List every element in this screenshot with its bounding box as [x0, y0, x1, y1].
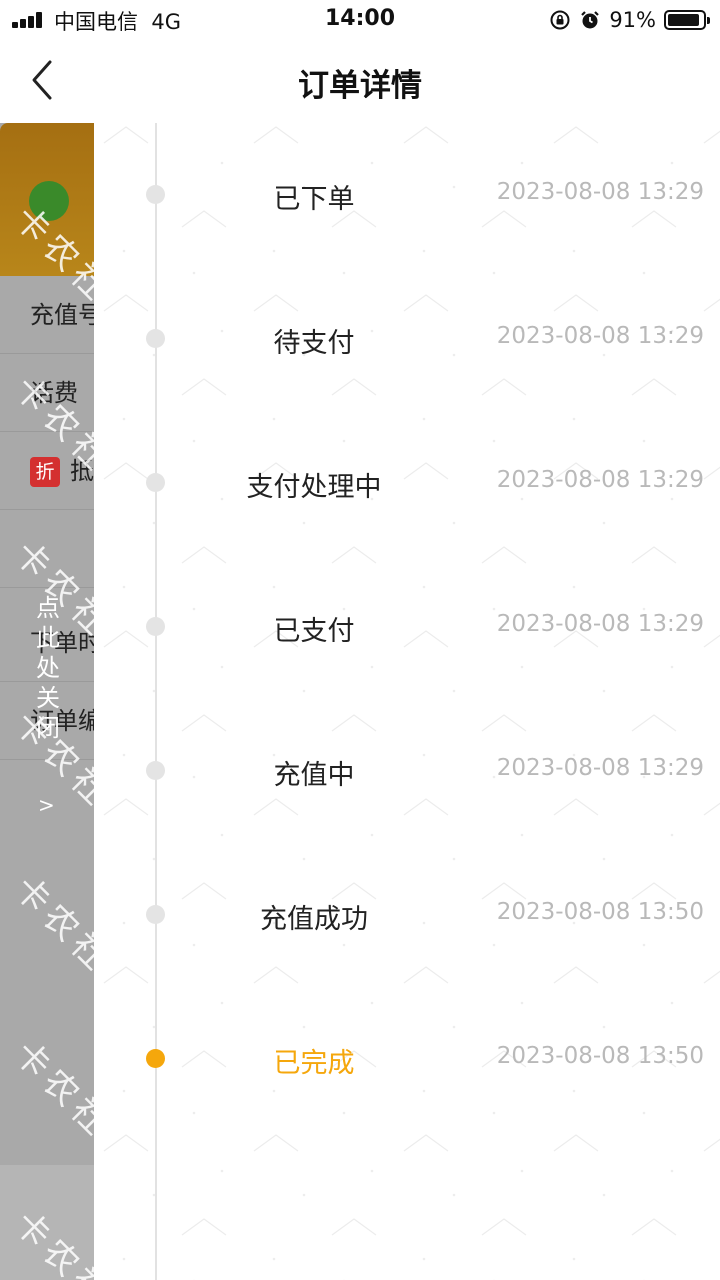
step-time: 2023-08-08 13:29 — [496, 611, 704, 637]
timeline-dot — [146, 473, 165, 492]
rotation-lock-icon — [550, 10, 570, 30]
step-time: 2023-08-08 13:29 — [496, 755, 704, 781]
timeline-dot — [146, 761, 165, 780]
timeline-dot — [146, 617, 165, 636]
step-time: 2023-08-08 13:29 — [496, 323, 704, 349]
watermark: 卡农社 — [6, 1033, 94, 1147]
timeline-step: 已下单 2023-08-08 13:29 — [94, 164, 720, 224]
step-label: 支付处理中 — [246, 472, 382, 503]
timeline-dot — [146, 1049, 165, 1068]
chevron-right-icon[interactable]: > — [38, 793, 55, 817]
timeline-step: 已支付 2023-08-08 13:29 — [94, 596, 720, 656]
step-time: 2023-08-08 13:29 — [496, 179, 704, 205]
overlay-backdrop[interactable]: 充值号 话费 折抵 下单时 订单编 点 此 处 关 闭 > 卡农社 卡农社 卡农… — [0, 123, 94, 1280]
timeline-step: 充值成功 2023-08-08 13:50 — [94, 884, 720, 944]
step-label: 已下单 — [273, 184, 355, 215]
screen: 中国电信 4G 14:00 91% 订单详情 充值 话费 折 抵 下单 订单 点… — [0, 0, 720, 1280]
timeline-dot — [146, 185, 165, 204]
discount-tag: 折 — [30, 457, 60, 487]
alarm-icon — [581, 11, 600, 29]
order-timeline-panel: 已下单 2023-08-08 13:29 待支付 2023-08-08 13:29 支付… — [94, 123, 720, 1280]
step-time: 2023-08-08 13:29 — [496, 467, 704, 493]
step-label: 待支付 — [273, 328, 355, 359]
battery-fill — [668, 14, 699, 26]
timeline-line — [155, 123, 157, 1280]
timeline-dot — [146, 905, 165, 924]
page-title: 订单详情 — [298, 68, 422, 104]
step-label: 充值中 — [273, 760, 355, 791]
timeline-dot — [146, 329, 165, 348]
timeline-step: 待支付 2023-08-08 13:29 — [94, 308, 720, 368]
background-pattern — [94, 123, 720, 1280]
step-time: 2023-08-08 13:50 — [496, 899, 704, 925]
timeline-step: 充值中 2023-08-08 13:29 — [94, 740, 720, 800]
step-time: 2023-08-08 13:50 — [496, 1043, 704, 1069]
battery-percent: 91% — [609, 8, 656, 32]
step-label: 已支付 — [273, 616, 355, 647]
step-label: 充值成功 — [260, 904, 368, 935]
timeline-step: 支付处理中 2023-08-08 13:29 — [94, 452, 720, 512]
status-right: 91% — [549, 6, 710, 34]
watermark: 卡农社 — [6, 868, 94, 982]
status-bar: 中国电信 4G 14:00 91% — [0, 0, 720, 40]
nav-bar: 订单详情 — [0, 40, 720, 122]
step-label: 已完成 — [273, 1048, 355, 1079]
timeline-step: 已完成 2023-08-08 13:50 — [94, 1028, 720, 1088]
battery-icon — [664, 10, 710, 30]
